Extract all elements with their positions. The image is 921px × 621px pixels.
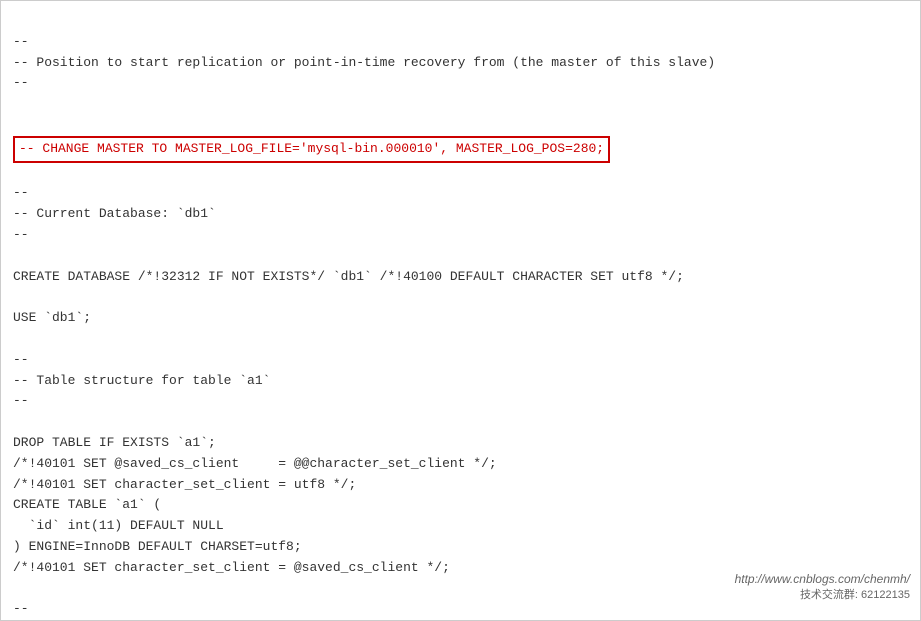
code-line-18: ) ENGINE=InnoDB DEFAULT CHARSET=utf8; xyxy=(13,539,302,554)
code-line-16: CREATE TABLE `a1` ( xyxy=(13,497,161,512)
code-content: -- -- Position to start replication or p… xyxy=(13,11,908,621)
change-master-line: -- CHANGE MASTER TO MASTER_LOG_FILE='mys… xyxy=(13,136,610,163)
watermark-id: 技术交流群: 62122135 xyxy=(735,586,910,602)
watermark-url: http://www.cnblogs.com/chenmh/ xyxy=(735,572,910,586)
code-line-9: USE `db1`; xyxy=(13,310,91,325)
main-container: -- -- Position to start replication or p… xyxy=(0,0,921,621)
code-line-5: -- xyxy=(13,185,29,200)
code-line-19: /*!40101 SET character_set_client = @sav… xyxy=(13,560,450,575)
code-line-1: -- xyxy=(13,34,29,49)
code-line-15: /*!40101 SET character_set_client = utf8… xyxy=(13,477,356,492)
code-line-6: -- Current Database: `db1` xyxy=(13,206,216,221)
code-line-17: `id` int(11) DEFAULT NULL xyxy=(13,518,224,533)
code-line-20: -- xyxy=(13,601,29,616)
code-line-13: DROP TABLE IF EXISTS `a1`; xyxy=(13,435,216,450)
code-line-3: -- xyxy=(13,75,29,90)
watermark-block: http://www.cnblogs.com/chenmh/ 技术交流群: 62… xyxy=(735,572,910,602)
code-line-12: -- xyxy=(13,393,29,408)
highlighted-line-wrapper: -- CHANGE MASTER TO MASTER_LOG_FILE='mys… xyxy=(13,141,610,156)
code-line-7: -- xyxy=(13,227,29,242)
code-line-2: -- Position to start replication or poin… xyxy=(13,55,715,70)
code-line-14: /*!40101 SET @saved_cs_client = @@charac… xyxy=(13,456,497,471)
code-line-10: -- xyxy=(13,352,29,367)
code-line-8: CREATE DATABASE /*!32312 IF NOT EXISTS*/… xyxy=(13,269,684,284)
code-line-11: -- Table structure for table `a1` xyxy=(13,373,270,388)
